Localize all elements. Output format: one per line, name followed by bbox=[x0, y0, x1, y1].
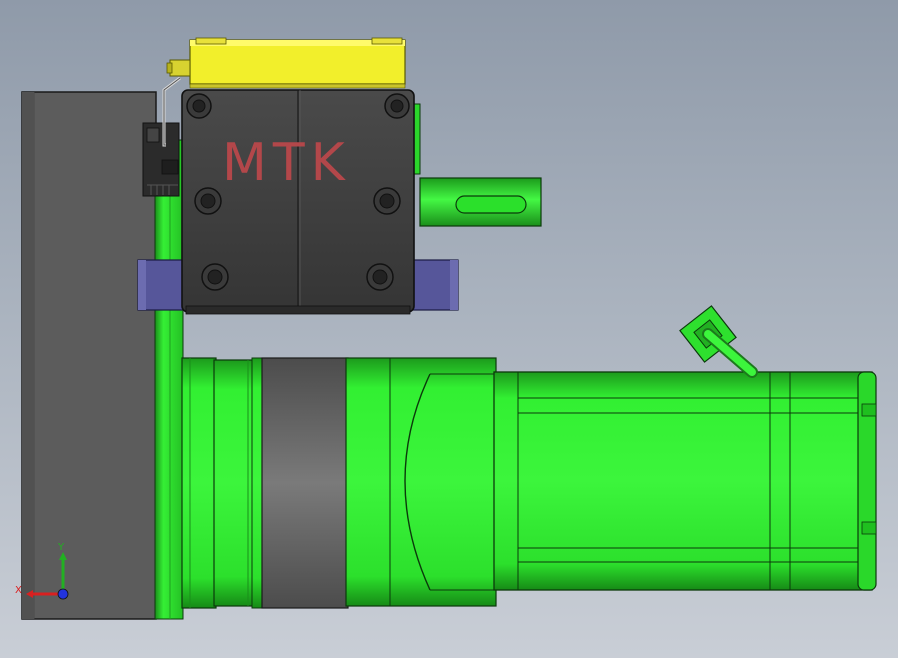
cad-model-view[interactable]: MTK X Y bbox=[0, 0, 898, 658]
screw-top-left bbox=[186, 93, 212, 119]
motor-body[interactable] bbox=[493, 371, 877, 591]
graphics-viewport[interactable]: MTK X Y bbox=[0, 0, 898, 658]
right-bracket[interactable] bbox=[407, 259, 459, 311]
triad-x-label: X bbox=[15, 585, 22, 596]
triad-y-label: Y bbox=[57, 542, 65, 553]
mtk-logo-text: MTK bbox=[222, 133, 351, 193]
base-plate[interactable] bbox=[21, 91, 157, 620]
screw-bottom-left bbox=[201, 263, 229, 291]
output-shaft[interactable] bbox=[419, 177, 542, 227]
sensor-housing[interactable] bbox=[166, 37, 406, 89]
left-bracket[interactable] bbox=[137, 259, 189, 311]
screw-mid-left bbox=[194, 187, 222, 215]
screw-top-right bbox=[384, 93, 410, 119]
mounting-plate[interactable] bbox=[154, 139, 184, 620]
screw-bottom-right bbox=[366, 263, 394, 291]
motor-flange[interactable] bbox=[181, 357, 217, 609]
screw-mid-right bbox=[373, 187, 401, 215]
motor-collar[interactable] bbox=[251, 357, 349, 609]
terminal-connector[interactable] bbox=[142, 122, 180, 197]
gearhead-body[interactable] bbox=[345, 357, 497, 607]
motor-shoulder[interactable] bbox=[213, 359, 255, 607]
cable-gland[interactable] bbox=[679, 305, 758, 378]
